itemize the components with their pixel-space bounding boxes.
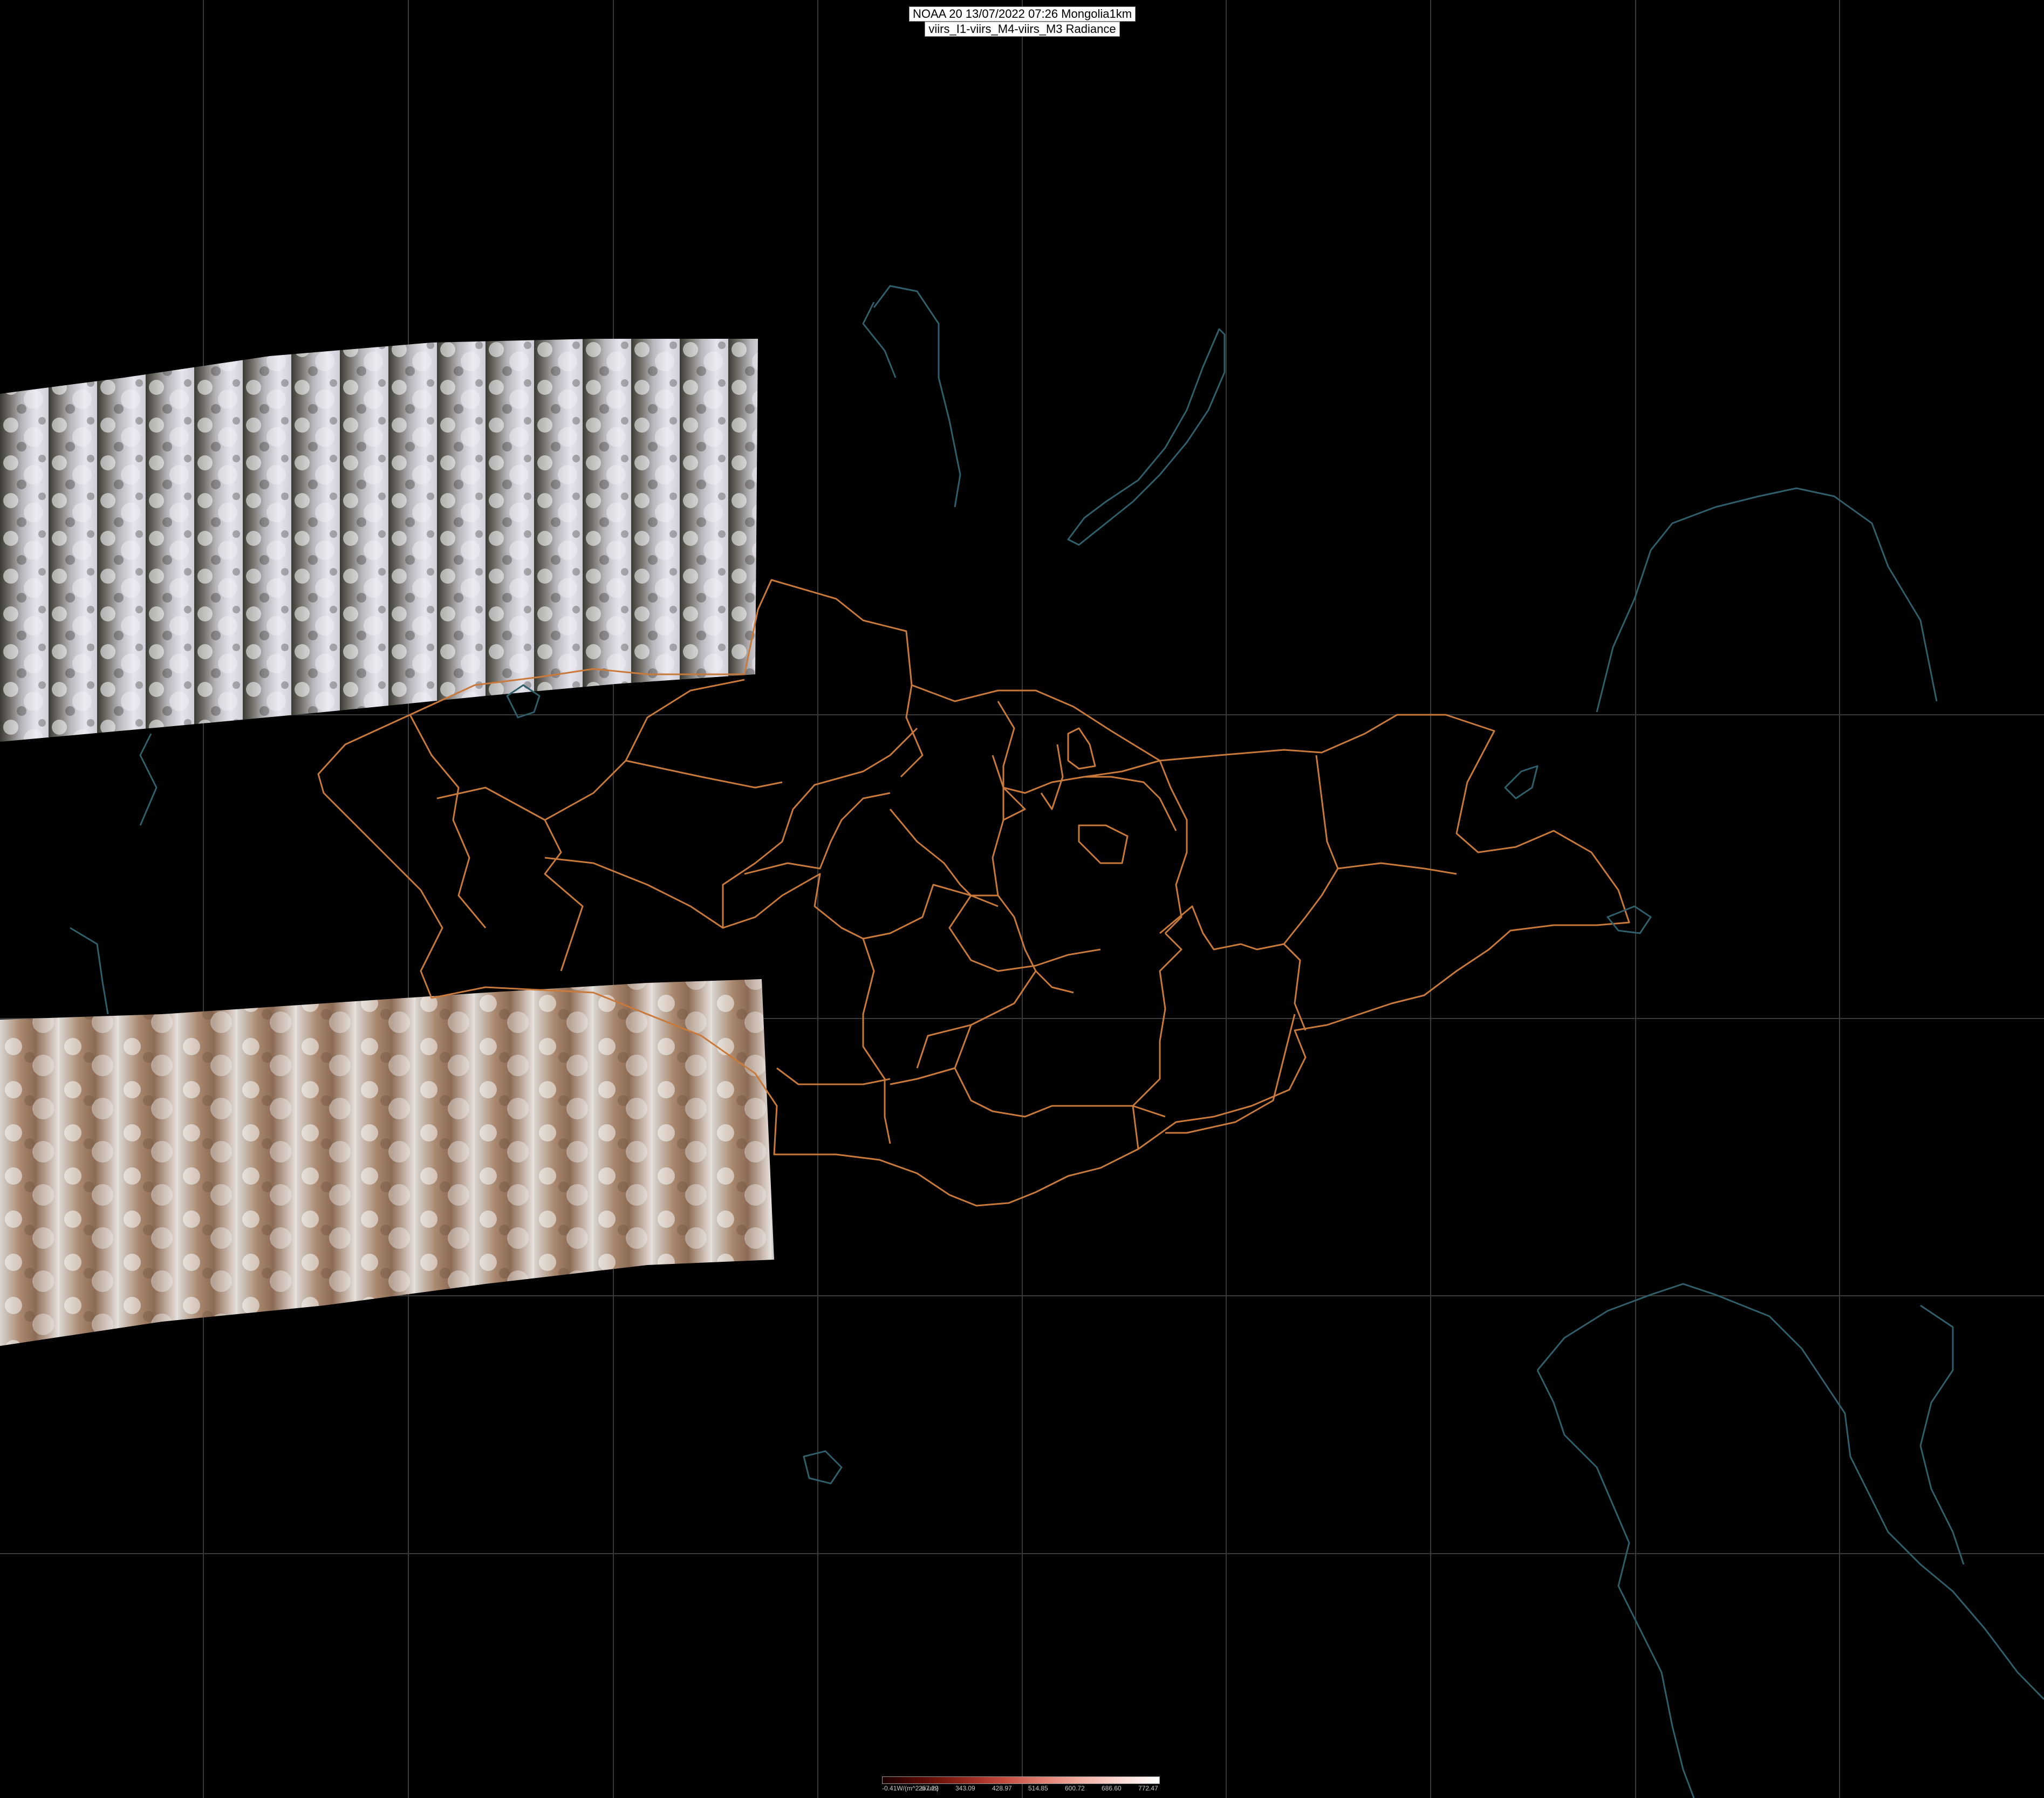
- colorbar-ramp: [882, 1776, 1160, 1784]
- colorbar: -0.41W/(m^2.sr.um) 257.22 343.09 428.97 …: [882, 1776, 1160, 1793]
- satellite-map: [0, 0, 2044, 1798]
- colorbar-tick: 428.97: [992, 1785, 1012, 1792]
- colorbar-tick: 514.85: [1028, 1785, 1048, 1792]
- colorbar-tick: 686.60: [1102, 1785, 1122, 1792]
- colorbar-labels: -0.41W/(m^2.sr.um) 257.22 343.09 428.97 …: [882, 1785, 1160, 1793]
- colorbar-tick: 257.22: [919, 1785, 939, 1792]
- colorbar-tick: 600.72: [1065, 1785, 1085, 1792]
- colorbar-tick: 772.47: [1138, 1785, 1158, 1792]
- map-title: NOAA 20 13/07/2022 07:26 Mongolia1km vii…: [901, 6, 1144, 37]
- title-line-2: viirs_I1-viirs_M4-viirs_M3 Radiance: [925, 22, 1120, 37]
- satellite-swath-north: [0, 339, 758, 742]
- title-line-1: NOAA 20 13/07/2022 07:26 Mongolia1km: [908, 6, 1136, 22]
- colorbar-tick: 343.09: [955, 1785, 975, 1792]
